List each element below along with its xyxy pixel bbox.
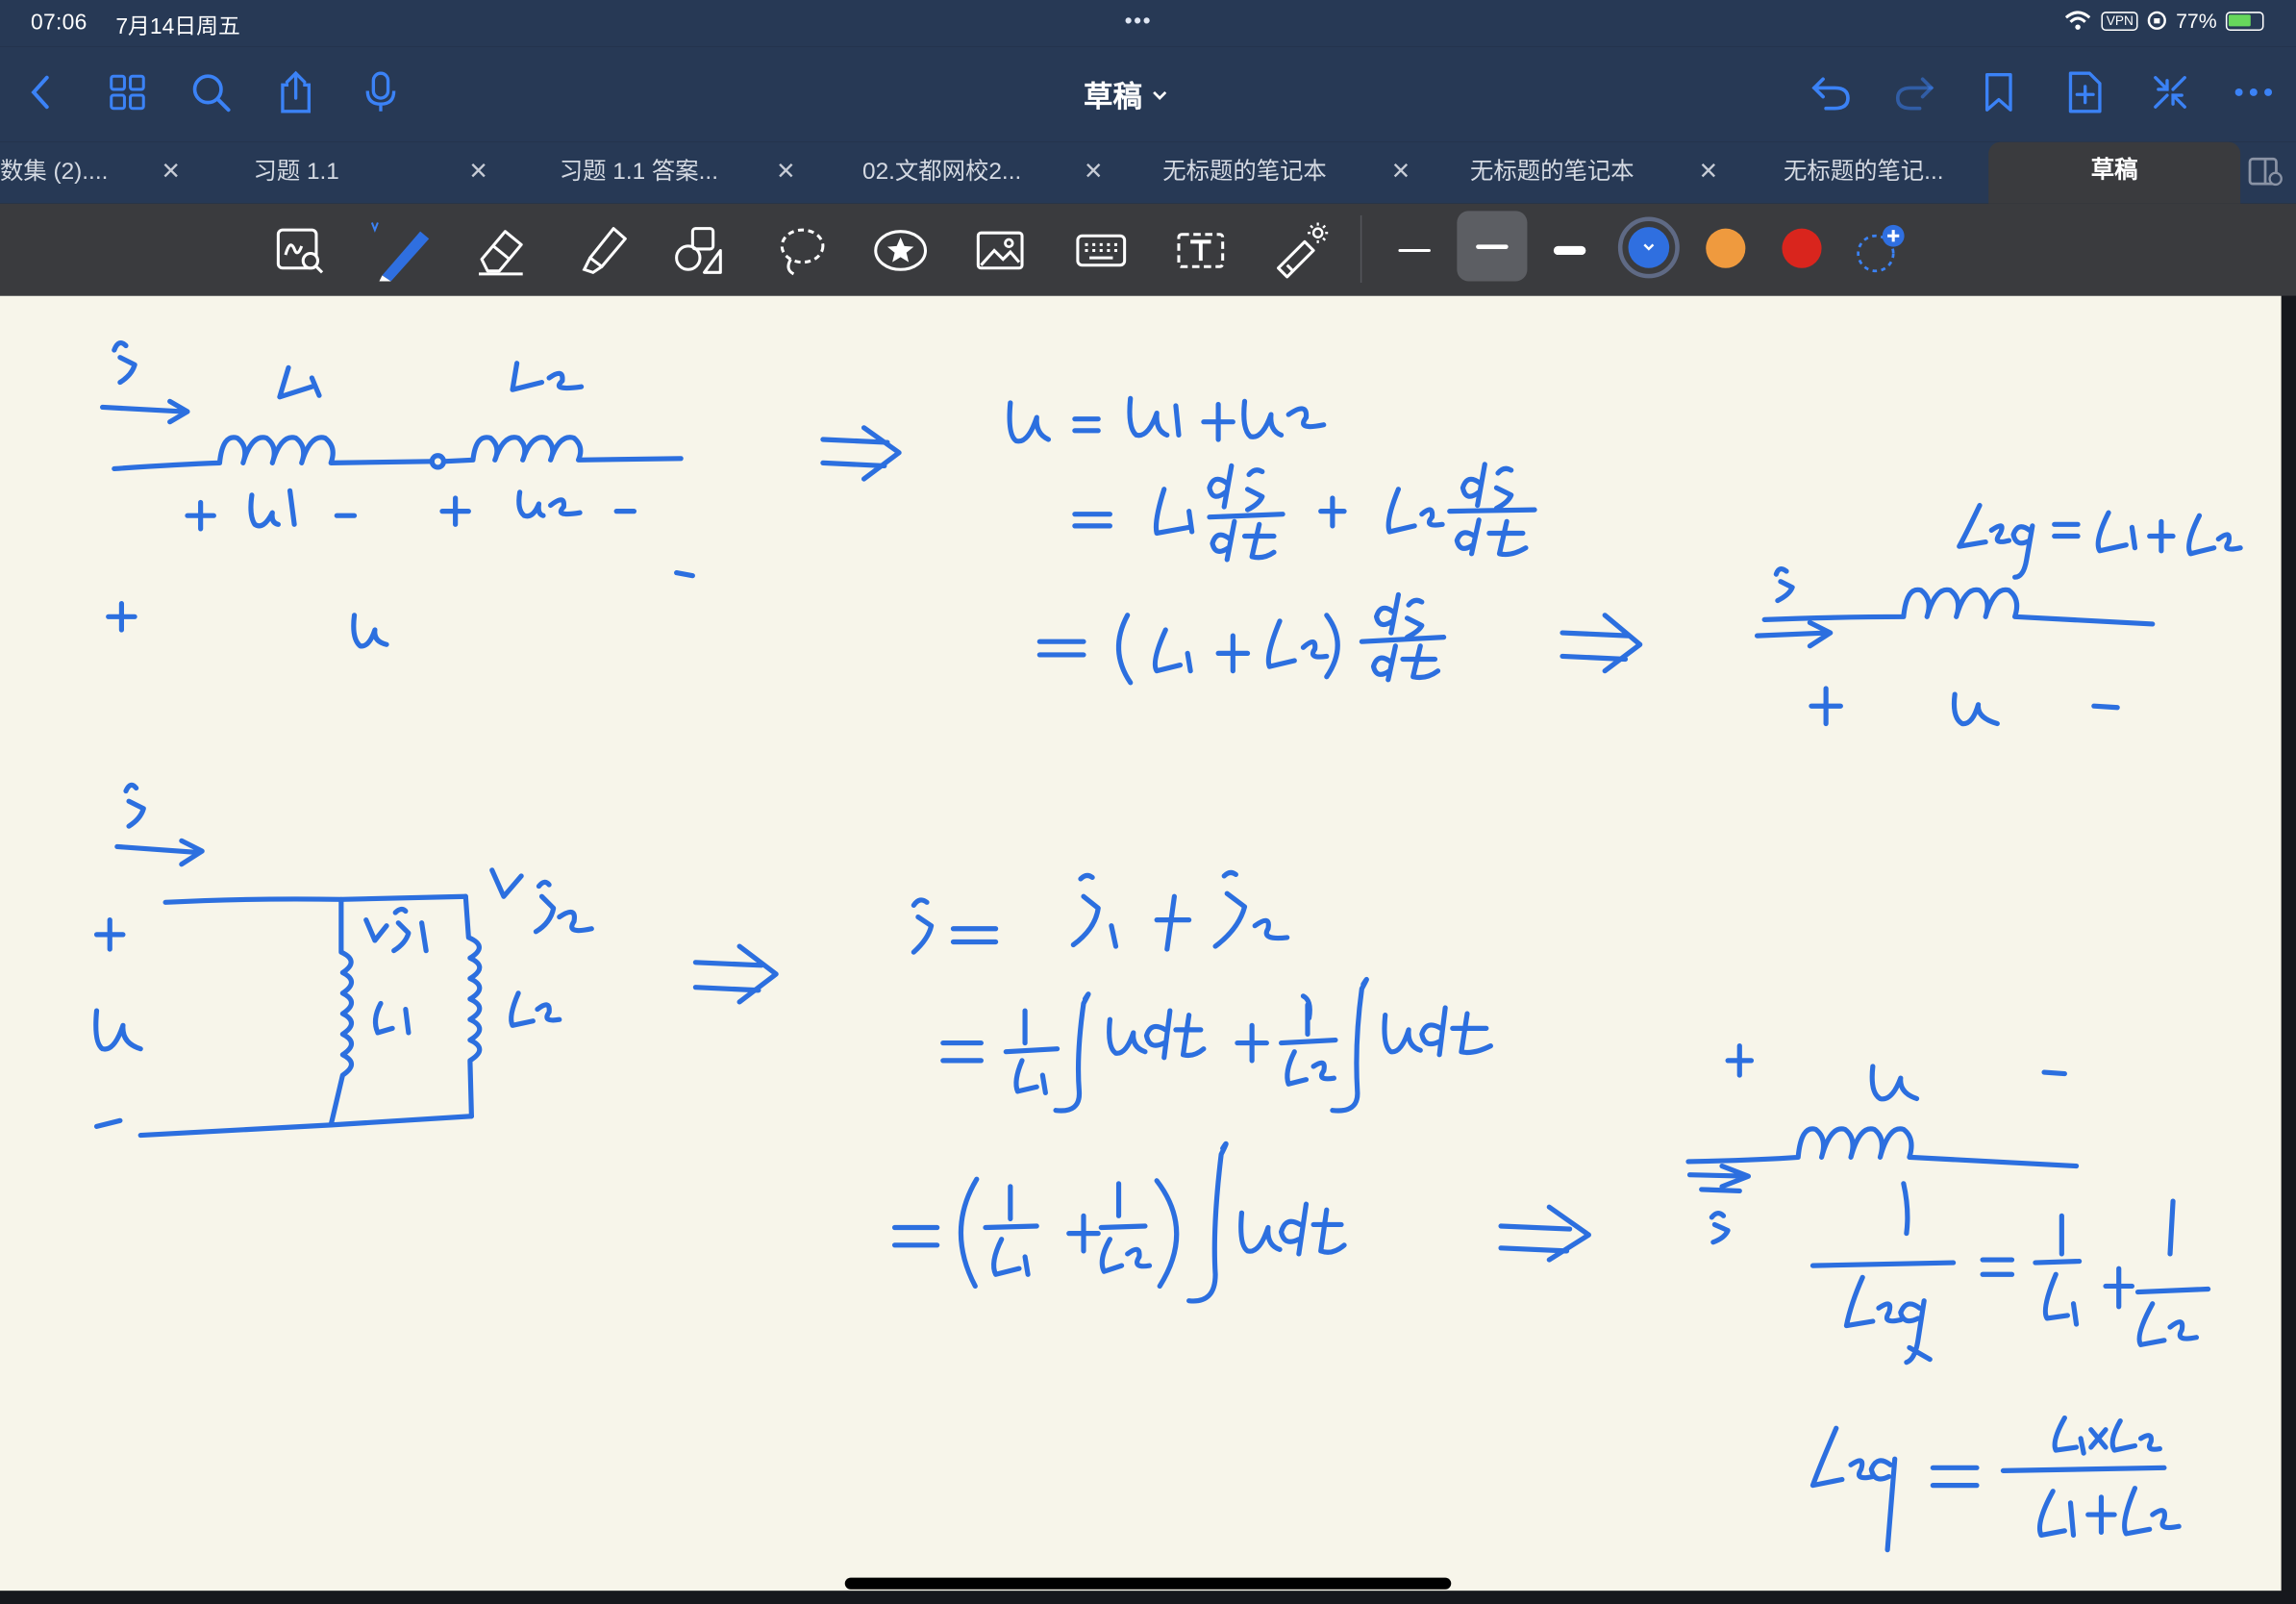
right-edge <box>2281 295 2296 1604</box>
search-icon[interactable] <box>186 67 236 117</box>
bookmark-icon[interactable] <box>1974 67 2024 117</box>
eraser-icon[interactable] <box>468 218 533 283</box>
sticker-icon[interactable] <box>868 218 933 283</box>
chevron-down-icon <box>1643 243 1655 251</box>
collapse-icon[interactable] <box>2145 67 2195 117</box>
zoom-box-icon[interactable] <box>268 218 333 283</box>
note-canvas[interactable] <box>0 295 2282 1591</box>
vpn-badge: VPN <box>2102 11 2138 31</box>
orientation-lock-icon <box>2147 11 2166 30</box>
drawing-toolbar <box>0 203 2296 296</box>
undo-icon[interactable] <box>1806 67 1856 117</box>
close-icon[interactable]: ✕ <box>162 142 181 204</box>
redo-icon[interactable] <box>1890 67 1940 117</box>
status-time: 07:06 <box>30 10 87 36</box>
pen-icon[interactable] <box>366 218 437 283</box>
chevron-left-icon[interactable] <box>16 67 66 117</box>
color-swatch-blue[interactable] <box>1617 216 1680 279</box>
close-icon[interactable]: ✕ <box>776 142 795 204</box>
page-title[interactable]: 草稿 <box>1084 73 1168 115</box>
toolbar-divider <box>1360 214 1362 283</box>
grid-icon[interactable] <box>103 67 153 117</box>
wifi-icon <box>2065 11 2091 30</box>
microphone-icon[interactable] <box>356 67 406 117</box>
close-icon[interactable]: ✕ <box>1699 142 1718 204</box>
chevron-down-icon <box>1153 90 1167 100</box>
status-bar: 07:06 7月14日周五 ••• VPN 77% <box>0 0 2296 47</box>
tab-item[interactable]: 无标题的笔记本 <box>1162 142 1327 204</box>
share-icon[interactable] <box>271 67 321 117</box>
multitasking-dots[interactable]: ••• <box>1125 9 1153 34</box>
nav-bar: 草稿 <box>0 46 2296 142</box>
status-right: VPN 77% <box>2064 9 2264 33</box>
color-swatch-red[interactable] <box>1782 228 1822 268</box>
stroke-thick[interactable] <box>1537 215 1602 286</box>
tab-active-label: 草稿 <box>2090 158 2138 184</box>
text-icon[interactable] <box>1168 218 1233 283</box>
tab-item[interactable]: 02.文都网校2... <box>862 142 1021 204</box>
color-swatch-orange[interactable] <box>1706 228 1746 268</box>
bottom-edge <box>0 1591 2296 1604</box>
tab-active[interactable]: 草稿 <box>1988 141 2241 204</box>
close-icon[interactable]: ✕ <box>1084 142 1103 204</box>
highlighter-icon[interactable] <box>571 218 636 283</box>
tab-bar: 数集 (2).... ✕ 习题 1.1 ✕ 习题 1.1 答案... ✕ 02.… <box>0 141 2296 204</box>
laser-pointer-icon[interactable] <box>1266 218 1331 283</box>
tab-item[interactable]: 无标题的笔记... <box>1784 142 1944 204</box>
home-indicator[interactable] <box>844 1577 1452 1590</box>
shapes-icon[interactable] <box>667 218 732 283</box>
tab-item[interactable]: 无标题的笔记本 <box>1470 142 1635 204</box>
more-icon[interactable] <box>2229 67 2279 117</box>
tab-item[interactable]: 习题 1.1 答案... <box>560 142 718 204</box>
status-date: 7月14日周五 <box>115 14 240 40</box>
battery-icon <box>2225 11 2264 31</box>
stroke-medium[interactable] <box>1457 211 1528 282</box>
sidebar-toggle-icon[interactable] <box>2248 157 2284 187</box>
tab-item[interactable]: 习题 1.1 <box>253 142 338 204</box>
lasso-icon[interactable] <box>769 218 834 283</box>
add-color-button[interactable] <box>1854 224 1905 274</box>
close-icon[interactable]: ✕ <box>468 142 487 204</box>
keyboard-icon[interactable] <box>1069 218 1134 283</box>
add-page-icon[interactable] <box>2060 67 2110 117</box>
battery-percent: 77% <box>2176 9 2217 33</box>
page-title-text: 草稿 <box>1083 82 1142 114</box>
add-color-icon <box>1857 224 1905 273</box>
tab-item[interactable]: 数集 (2).... <box>0 142 108 204</box>
handwriting-layer <box>93 340 2243 1553</box>
close-icon[interactable]: ✕ <box>1391 142 1410 204</box>
stroke-thin[interactable] <box>1383 215 1447 286</box>
image-icon[interactable] <box>968 218 1033 283</box>
